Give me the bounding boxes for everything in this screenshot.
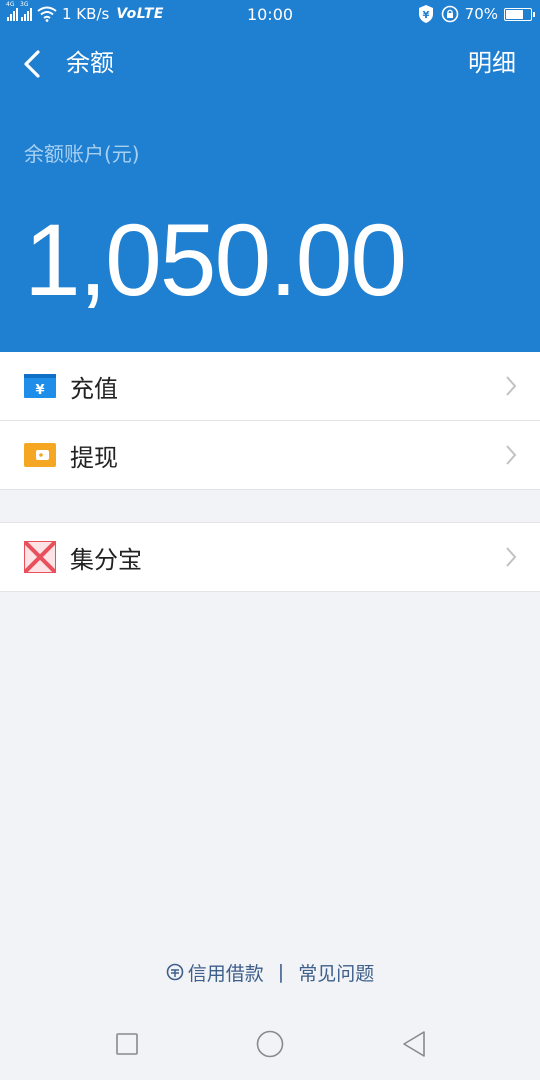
menu-item-label: 充值 [70, 374, 118, 403]
rotation-lock-icon [441, 5, 458, 23]
shield-yuan-icon: ¥ [418, 5, 433, 23]
status-bar: 4G 3G 1 KB/s VoLTE 10:00 ¥ 70% [0, 0, 540, 28]
chevron-right-icon [506, 376, 517, 396]
detail-button[interactable]: 明细 [468, 46, 516, 80]
menu-item-recharge[interactable]: ¥ 充值 [0, 352, 540, 421]
svg-text:¥: ¥ [422, 10, 429, 21]
jifenbao-icon [24, 541, 56, 573]
recent-apps-icon[interactable] [111, 1028, 143, 1060]
recharge-icon: ¥ [24, 374, 56, 398]
balance-header: 余额 明细 余额账户(元) 1,050.00 [0, 28, 540, 352]
menu-group-secondary: 集分宝 [0, 522, 540, 592]
balance-label: 余额账户(元) [24, 142, 140, 166]
menu-item-jifenbao[interactable]: 集分宝 [0, 523, 540, 591]
credit-loan-label: 信用借款 [187, 962, 264, 985]
menu-item-withdraw[interactable]: 提现 [0, 421, 540, 490]
svg-text:¥: ¥ [35, 383, 44, 398]
page-title: 余额 [66, 49, 114, 77]
battery-percent: 70% [464, 5, 498, 23]
battery-icon [504, 7, 535, 21]
home-icon[interactable] [254, 1028, 286, 1060]
footer-links: 信用借款 | 常见问题 [0, 958, 540, 986]
menu-item-label: 集分宝 [70, 545, 142, 574]
footer-separator: | [277, 961, 285, 983]
credit-loan-link[interactable]: 信用借款 [166, 959, 264, 986]
credit-loan-icon [166, 963, 184, 981]
chevron-right-icon [506, 547, 517, 567]
menu-group-primary: ¥ 充值 提现 [0, 352, 540, 490]
back-arrow-icon[interactable] [18, 46, 50, 82]
faq-link[interactable]: 常见问题 [298, 959, 374, 986]
withdraw-wallet-icon [24, 443, 56, 467]
nav-back-icon[interactable] [398, 1028, 430, 1060]
balance-amount: 1,050.00 [24, 203, 407, 317]
chevron-right-icon [506, 445, 517, 465]
menu-item-label: 提现 [70, 443, 118, 472]
faq-label: 常见问题 [298, 962, 375, 985]
system-nav-bar [0, 1008, 540, 1080]
